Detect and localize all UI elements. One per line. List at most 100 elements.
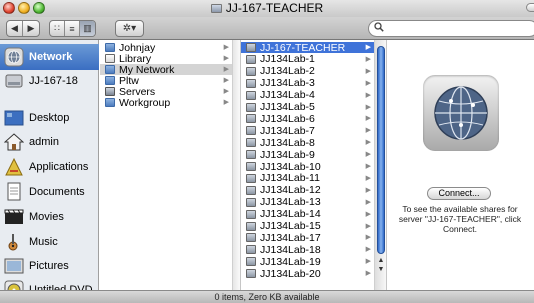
network-computer-icon (246, 257, 256, 267)
scroll-thumb[interactable] (377, 46, 385, 254)
finder-window: JJ-167-TEACHER ◀ ▶ ∷ ≡ ▥ ✲▾ Network JJ-1… (0, 0, 534, 303)
disclosure-arrow-icon: ▶ (365, 198, 371, 206)
disclosure-arrow-icon: ▶ (223, 99, 229, 106)
preview-pane: Connect... To see the available shares f… (387, 40, 534, 290)
sidebar-item-admin[interactable]: admin (0, 129, 99, 155)
back-button[interactable]: ◀ (7, 21, 23, 36)
minimize-button[interactable] (18, 2, 30, 14)
sidebar-item-label: Music (29, 236, 58, 248)
list-item[interactable]: JJ134Lab-4 ▶ (241, 89, 374, 101)
list-item[interactable]: JJ134Lab-19 ▶ (241, 256, 374, 268)
disclosure-arrow-icon: ▶ (365, 174, 371, 182)
list-item[interactable]: JJ134Lab-5 ▶ (241, 101, 374, 113)
list-item[interactable]: Workgroup ▶ (100, 97, 232, 109)
vertical-scrollbar[interactable]: ▲ ▼ (374, 40, 386, 290)
desktop-icon (4, 108, 24, 128)
disclosure-arrow-icon: ▶ (365, 79, 371, 87)
list-item[interactable]: JJ134Lab-15 ▶ (241, 220, 374, 232)
disclosure-arrow-icon: ▶ (223, 88, 229, 95)
sidebar-item-hard-drive[interactable]: JJ-167-18 (0, 68, 99, 94)
disclosure-arrow-icon: ▶ (365, 127, 371, 135)
disclosure-arrow-icon: ▶ (365, 163, 371, 170)
list-item[interactable]: JJ134Lab-10 ▶ (241, 161, 374, 173)
documents-icon (4, 182, 24, 202)
list-item[interactable]: JJ134Lab-12 ▶ (241, 184, 374, 196)
column-resize-scrollbar[interactable] (232, 40, 240, 290)
sidebar-item-music[interactable]: Music (0, 229, 99, 255)
list-item[interactable]: JJ134Lab-9 ▶ (241, 149, 374, 161)
zoom-button[interactable] (33, 2, 45, 14)
sidebar-item-applications[interactable]: Applications (0, 154, 99, 180)
network-computer-icon (246, 43, 256, 52)
network-globe-icon (4, 47, 24, 67)
network-computer-icon (246, 90, 256, 100)
connect-button[interactable]: Connect... (427, 187, 491, 200)
list-item[interactable]: JJ134Lab-14 ▶ (241, 208, 374, 220)
folder-icon (105, 76, 115, 85)
list-item[interactable]: Johnjay ▶ (100, 42, 232, 54)
server-icon (210, 4, 222, 13)
list-item[interactable]: JJ134Lab-1 ▶ (241, 53, 374, 65)
scroll-up-arrow-icon[interactable]: ▲ (377, 256, 385, 265)
column-view-button[interactable]: ▥ (80, 21, 95, 36)
hard-drive-icon (4, 71, 24, 91)
folder-icon (105, 65, 115, 74)
toolbar-toggle-button[interactable] (526, 3, 534, 12)
network-computer-icon (246, 66, 256, 76)
sidebar-item-documents[interactable]: Documents (0, 179, 99, 205)
list-item[interactable]: Pltw ▶ (100, 75, 232, 87)
disclosure-arrow-icon: ▶ (365, 270, 371, 278)
sidebar-item-label: Pictures (29, 260, 69, 272)
search-icon (374, 22, 384, 35)
network-computer-icon (246, 269, 256, 279)
network-server-globe-icon (423, 75, 499, 151)
scroll-down-arrow-icon[interactable]: ▼ (377, 265, 385, 274)
applications-icon (4, 157, 24, 177)
sidebar-item-label: Applications (29, 161, 89, 173)
list-item[interactable]: JJ134Lab-18 ▶ (241, 244, 374, 256)
list-item[interactable]: JJ134Lab-3 ▶ (241, 77, 374, 89)
network-computer-icon (246, 221, 256, 231)
list-item[interactable]: JJ134Lab-7 ▶ (241, 125, 374, 137)
forward-button[interactable]: ▶ (23, 21, 39, 36)
icon-view-button[interactable]: ∷ (50, 21, 65, 36)
list-item[interactable]: My Network ▶ (100, 64, 232, 76)
sidebar-item-label: Movies (29, 211, 64, 223)
list-item[interactable]: JJ134Lab-8 ▶ (241, 137, 374, 149)
disclosure-arrow-icon: ▶ (365, 67, 371, 75)
list-item[interactable]: JJ134Lab-13 ▶ (241, 196, 374, 208)
status-text: 0 items, Zero KB available (214, 292, 320, 302)
sidebar-item-pictures[interactable]: Pictures (0, 253, 99, 279)
list-item[interactable]: JJ134Lab-20 ▶ (241, 268, 374, 280)
title-bar[interactable]: JJ-167-TEACHER (0, 0, 534, 17)
search-input[interactable] (388, 23, 528, 34)
network-computer-icon (246, 150, 256, 160)
disclosure-arrow-icon: ▶ (223, 77, 229, 84)
network-computer-icon (246, 245, 256, 255)
list-item[interactable]: JJ134Lab-2 ▶ (241, 65, 374, 77)
sidebar-item-desktop[interactable]: Desktop (0, 105, 99, 131)
disclosure-arrow-icon: ▶ (365, 55, 371, 63)
network-computer-icon (246, 162, 256, 171)
back-forward-control: ◀ ▶ (6, 20, 40, 37)
close-button[interactable] (3, 2, 15, 14)
list-item[interactable]: JJ134Lab-17 ▶ (241, 232, 374, 244)
window-title-text: JJ-167-TEACHER (225, 1, 324, 15)
disclosure-arrow-icon: ▶ (365, 151, 371, 159)
sidebar-item-label: Desktop (29, 112, 70, 124)
sidebar-item-network[interactable]: Network (0, 44, 99, 70)
disclosure-arrow-icon: ▶ (365, 246, 371, 254)
list-item[interactable]: JJ134Lab-11 ▶ (241, 172, 374, 184)
list-item[interactable]: Servers ▶ (100, 86, 232, 98)
list-item[interactable]: JJ134Lab-6 ▶ (241, 113, 374, 125)
sidebar-item-label: Network (29, 51, 73, 63)
home-icon (4, 132, 24, 152)
search-field[interactable] (368, 20, 534, 37)
sidebar-item-movies[interactable]: Movies (0, 204, 99, 230)
list-item[interactable]: JJ-167-TEACHER ▶ (241, 42, 374, 54)
sidebar-item-label: Documents (29, 186, 85, 198)
list-item[interactable]: Library ▶ (100, 53, 232, 65)
folder-icon (105, 98, 115, 107)
action-menu-button[interactable]: ✲▾ (115, 20, 144, 37)
list-view-button[interactable]: ≡ (65, 21, 80, 36)
